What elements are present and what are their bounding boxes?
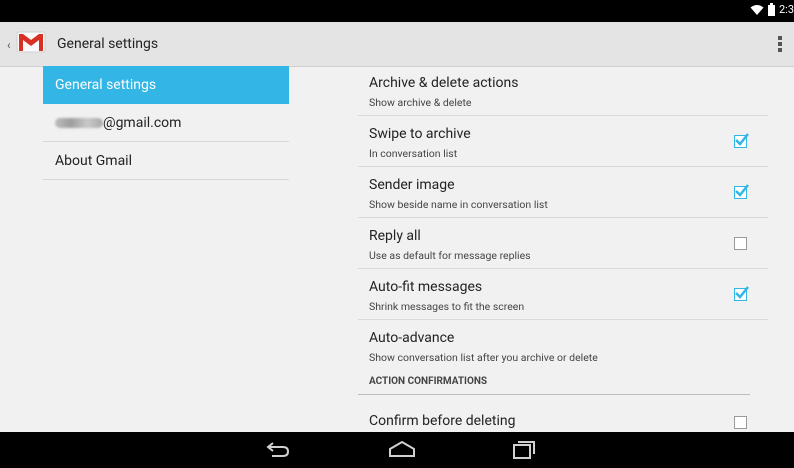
pref-swipe-to-archive[interactable]: Swipe to archive In conversation list <box>358 117 768 167</box>
checkmark-icon <box>735 286 749 299</box>
battery-icon <box>767 3 775 16</box>
auto-fit-messages-checkbox[interactable] <box>734 286 749 301</box>
sidebar-item-about-gmail[interactable]: About Gmail <box>43 142 289 180</box>
preferences-list: Archive & delete actions Show archive & … <box>358 66 768 432</box>
action-bar: ‹ General settings <box>0 22 794 67</box>
sidebar-item-label: General settings <box>55 77 157 93</box>
pref-summary: Show conversation list after you archive… <box>369 351 598 364</box>
pref-summary: In conversation list <box>369 147 458 160</box>
checkmark-icon <box>735 133 749 146</box>
pref-summary: Shrink messages to fit the screen <box>369 300 525 313</box>
sidebar-item-account[interactable]: @gmail.com <box>43 104 289 142</box>
back-button[interactable] <box>258 438 298 462</box>
confirm-before-deleting-checkbox[interactable] <box>734 416 747 429</box>
sidebar-item-label: @gmail.com <box>103 115 182 131</box>
home-button[interactable] <box>382 438 422 462</box>
pref-title: Archive & delete actions <box>369 75 519 91</box>
settings-sidebar: General settings @gmail.com About Gmail <box>0 66 330 432</box>
section-header-action-confirmations: ACTION CONFIRMATIONS <box>369 376 488 387</box>
page-title: General settings <box>57 36 159 52</box>
wifi-icon <box>750 4 764 15</box>
checkmark-icon <box>735 184 749 197</box>
swipe-to-archive-checkbox[interactable] <box>734 133 749 148</box>
reply-all-checkbox[interactable] <box>734 237 747 250</box>
redacted-username <box>55 118 103 129</box>
gmail-icon[interactable] <box>16 30 46 54</box>
sender-image-checkbox[interactable] <box>734 184 749 199</box>
status-bar: 2:3 <box>0 0 794 22</box>
pref-reply-all[interactable]: Reply all Use as default for message rep… <box>358 219 768 269</box>
pref-title: Sender image <box>369 177 455 193</box>
navigation-bar <box>0 432 794 468</box>
pref-title: Reply all <box>369 228 421 244</box>
pref-title: Swipe to archive <box>369 126 471 142</box>
pref-summary: Show beside name in conversation list <box>369 198 548 211</box>
status-icons: 2:3 <box>750 3 794 16</box>
pref-summary: Use as default for message replies <box>369 249 531 262</box>
home-icon <box>389 440 415 457</box>
pref-archive-delete-actions[interactable]: Archive & delete actions Show archive & … <box>358 66 768 116</box>
sidebar-item-label: About Gmail <box>55 153 132 169</box>
pref-title: Auto-advance <box>369 330 455 346</box>
pref-title: Confirm before deleting <box>369 413 516 429</box>
pref-sender-image[interactable]: Sender image Show beside name in convers… <box>358 168 768 218</box>
section-divider <box>358 394 750 395</box>
recents-button[interactable] <box>504 438 544 462</box>
pref-title: Auto-fit messages <box>369 279 483 295</box>
status-time: 2:3 <box>778 3 794 16</box>
up-caret-icon[interactable]: ‹ <box>7 38 11 52</box>
sidebar-item-general-settings[interactable]: General settings <box>43 66 289 104</box>
pref-auto-advance[interactable]: Auto-advance Show conversation list afte… <box>358 321 768 371</box>
overflow-menu-icon[interactable] <box>778 36 782 52</box>
back-icon <box>266 442 290 457</box>
pref-auto-fit-messages[interactable]: Auto-fit messages Shrink messages to fit… <box>358 270 768 320</box>
recents-icon <box>513 441 535 459</box>
pref-summary: Show archive & delete <box>369 96 472 109</box>
